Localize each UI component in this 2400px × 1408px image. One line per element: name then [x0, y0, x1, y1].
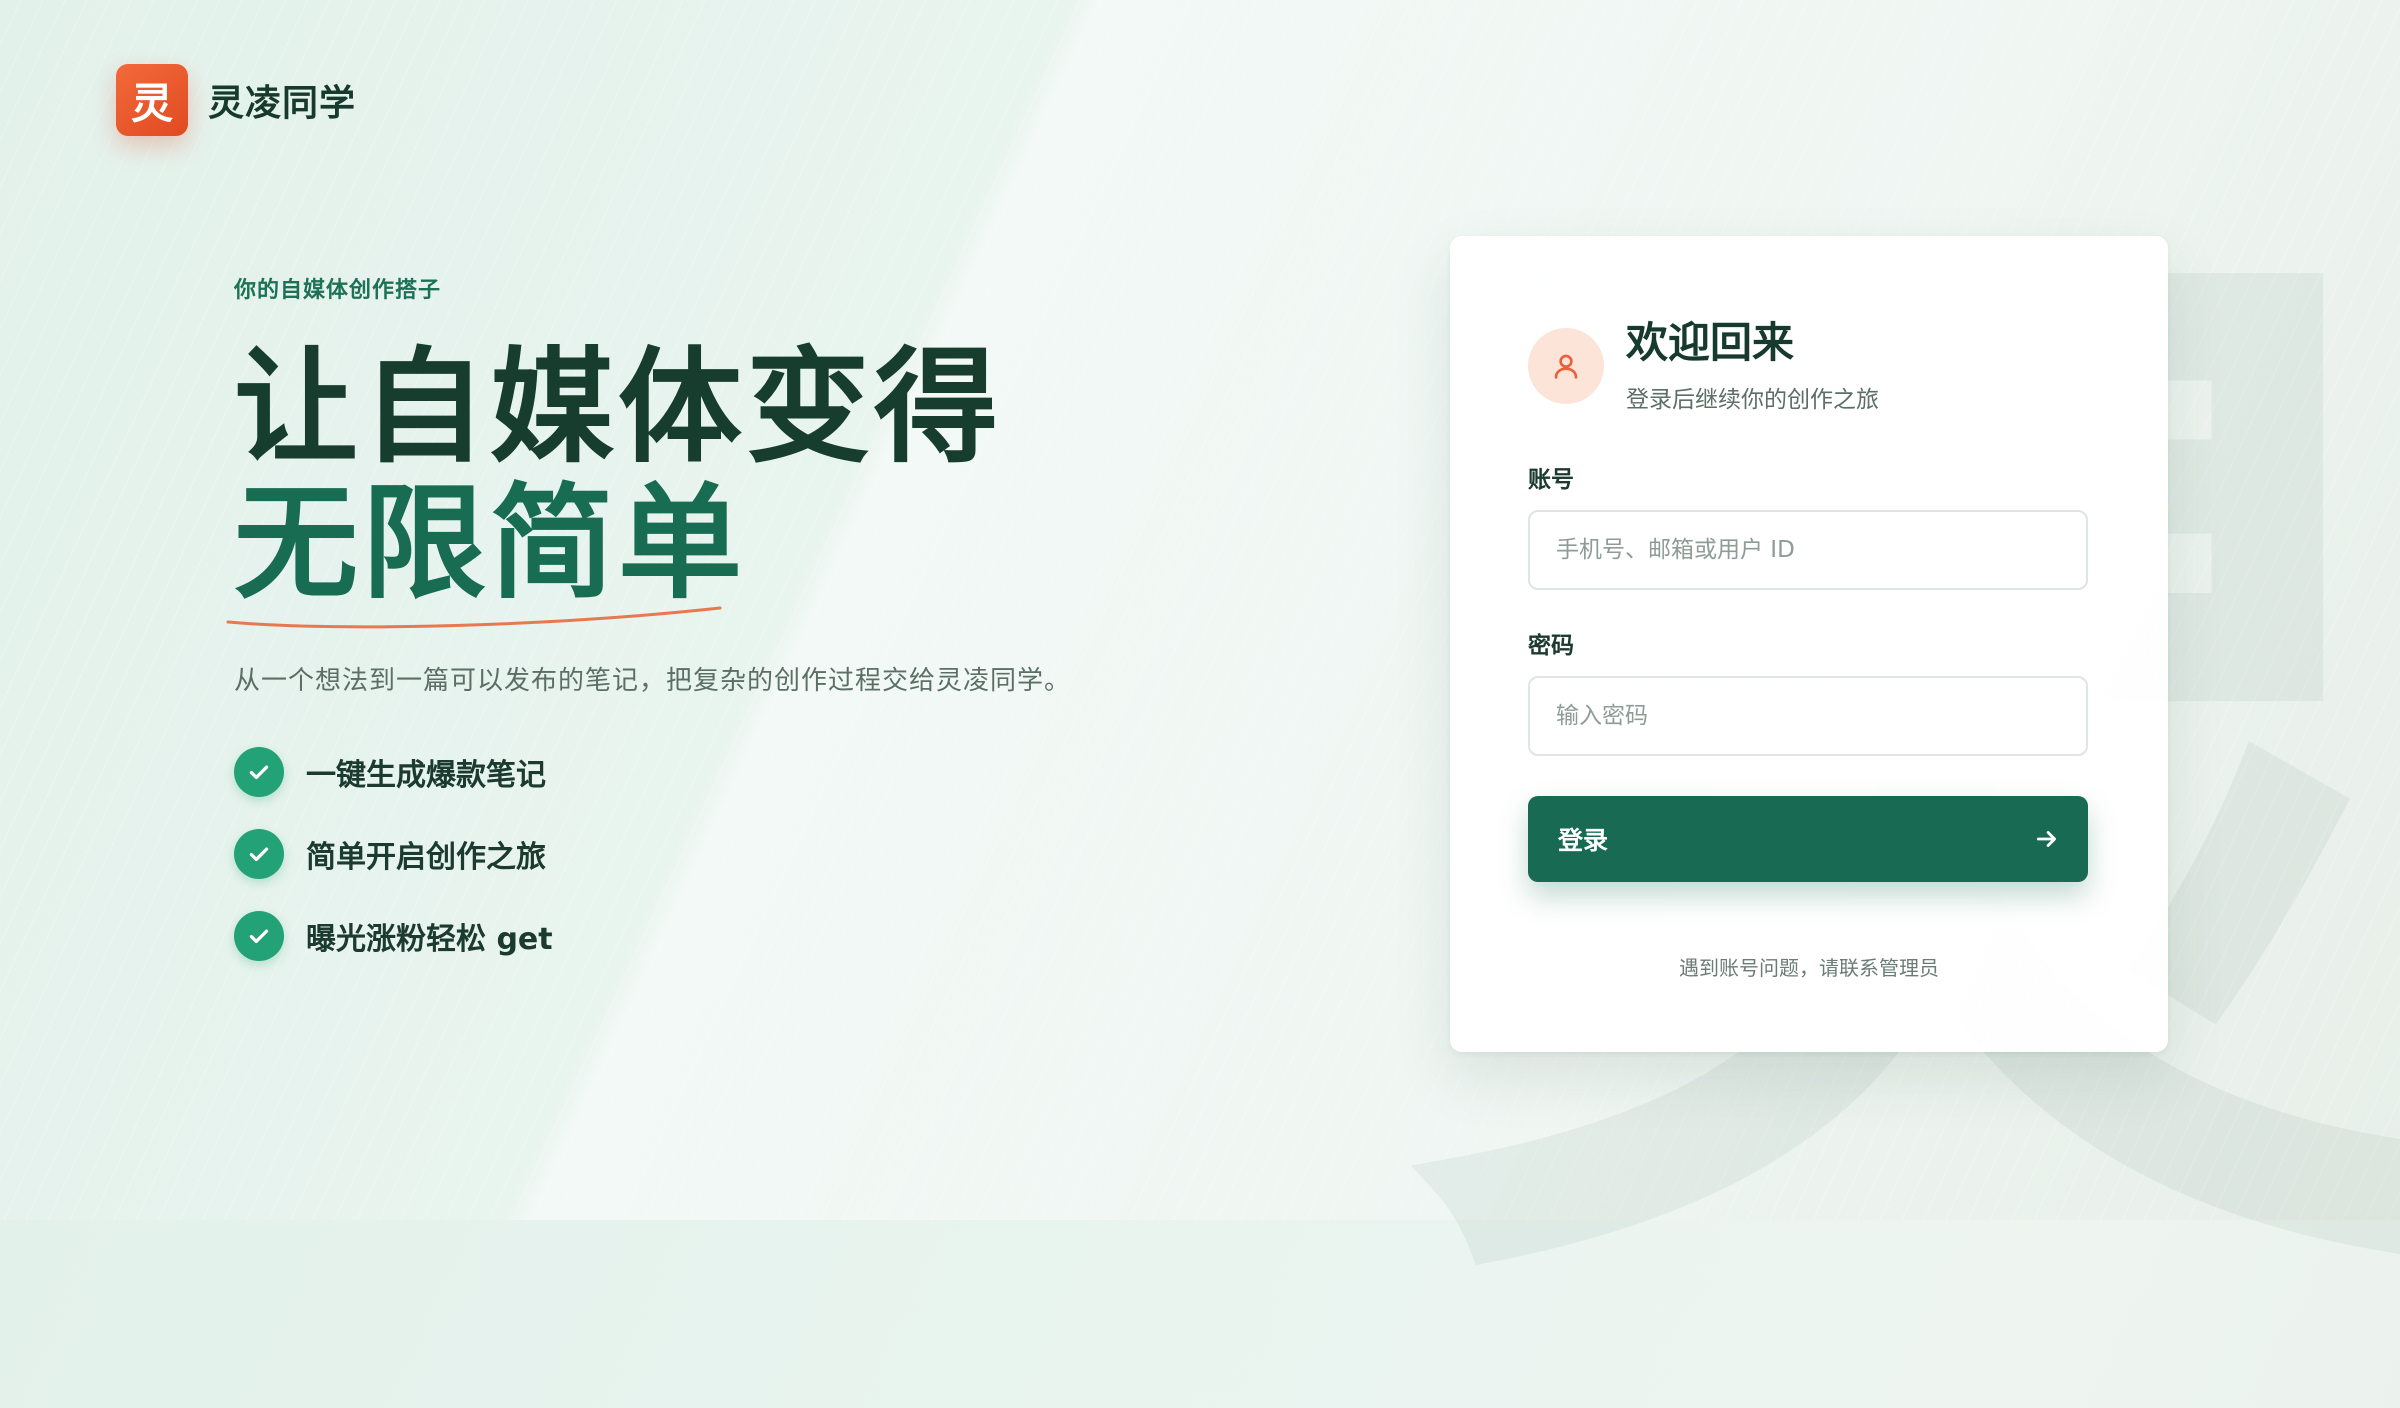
feature-label: 简单开启创作之旅 — [306, 840, 546, 875]
login-card-header: 欢迎回来 登录后继续你的创作之旅 — [1528, 318, 2090, 414]
headline-underline-decoration — [226, 606, 722, 629]
login-button[interactable]: 登录 — [1528, 796, 2088, 882]
arrow-right-icon — [2036, 831, 2056, 847]
hero-eyebrow: 你的自媒体创作搭子 — [234, 278, 442, 303]
password-input[interactable] — [1528, 676, 2088, 756]
login-subtitle: 登录后继续你的创作之旅 — [1626, 387, 1879, 413]
hero-headline-line2: 无限简单 — [226, 476, 746, 629]
login-card: 欢迎回来 登录后继续你的创作之旅 账号 密码 登录 遇到账号问题，请联系管理员 — [1450, 236, 2168, 1052]
brand-logo: 灵 — [116, 64, 188, 136]
account-help-text: 遇到账号问题，请联系管理员 — [1679, 956, 1939, 980]
hero-headline-line2-text: 无限简单 — [234, 472, 747, 616]
check-icon — [234, 911, 284, 961]
brand-name: 灵凌同学 — [208, 83, 357, 124]
hero-headline-line1: 让自媒体变得 — [234, 336, 1003, 480]
brand: 灵 灵凌同学 — [116, 64, 356, 136]
feature-item: 简单开启创作之旅 — [234, 829, 1071, 879]
check-icon — [234, 747, 284, 797]
hero-subtitle: 从一个想法到一篇可以发布的笔记，把复杂的创作过程交给灵凌同学。 — [234, 666, 1072, 696]
user-avatar-icon — [1528, 328, 1604, 404]
login-button-label: 登录 — [1558, 826, 1609, 855]
password-label: 密码 — [1528, 633, 1574, 659]
feature-label: 一键生成爆款笔记 — [306, 758, 546, 793]
feature-list: 一键生成爆款笔记 简单开启创作之旅 曝光涨粉轻松 get — [234, 747, 1071, 961]
login-title: 欢迎回来 — [1626, 318, 1795, 367]
login-titles: 欢迎回来 登录后继续你的创作之旅 — [1626, 318, 1879, 414]
account-input[interactable] — [1528, 510, 2088, 590]
feature-item: 一键生成爆款笔记 — [234, 747, 1071, 797]
account-label: 账号 — [1528, 467, 1574, 493]
check-icon — [234, 829, 284, 879]
hero-section: 你的自媒体创作搭子 让自媒体变得 无限简单 从一个想法到一篇可以发布的笔记，把复… — [226, 272, 1072, 993]
feature-item: 曝光涨粉轻松 get — [234, 911, 1071, 961]
feature-label: 曝光涨粉轻松 get — [306, 922, 553, 957]
